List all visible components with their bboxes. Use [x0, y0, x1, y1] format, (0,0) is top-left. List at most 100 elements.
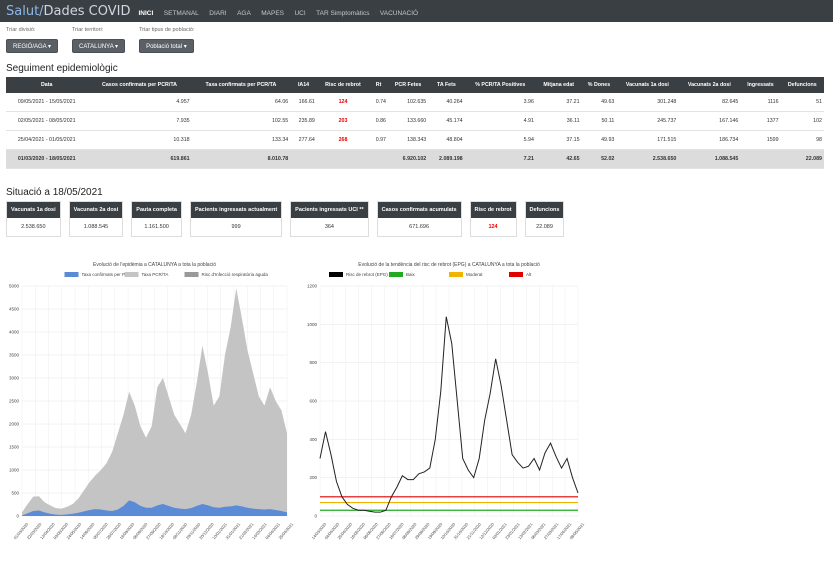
- y-tick-label: 5000: [9, 284, 20, 289]
- y-tick-label: 600: [309, 399, 317, 404]
- column-header[interactable]: Rt: [369, 77, 388, 93]
- table-cell: 277.64: [290, 130, 317, 150]
- legend-label: Baix: [406, 272, 416, 277]
- brand-part1: Salut/: [6, 3, 44, 19]
- filter-divisio-label: Triar divisió:: [6, 27, 36, 33]
- table-cell: 186.734: [678, 130, 741, 150]
- caret-down-icon: ▾: [183, 44, 187, 50]
- filter-poblacio-dropdown[interactable]: Població total ▾: [139, 39, 194, 53]
- column-header[interactable]: Vacunats 1a dosi: [616, 77, 679, 93]
- summary-card-value: 1.088.545: [83, 224, 109, 230]
- column-header[interactable]: Mitjana edat: [535, 77, 582, 93]
- legend-label: Moderat: [466, 272, 483, 277]
- column-header[interactable]: Vacunats 2a dosi: [678, 77, 741, 93]
- summary-card-value: 999: [231, 224, 241, 230]
- summary-card: Vacunats 2a dosi 1.088.545: [68, 201, 124, 237]
- brand-logo[interactable]: Salut/Dades COVID: [6, 4, 131, 19]
- table-cell: 37.21: [535, 93, 582, 112]
- nav-item-tar[interactable]: TAR Simptomàtics: [316, 10, 369, 17]
- table-cell: 49.93: [581, 130, 617, 150]
- filter-divisio: Triar divisió: REGIÓ/AGA ▾: [6, 27, 59, 53]
- summary-card: Vacunats 1a dosi 2.538.650: [6, 201, 61, 237]
- y-tick-label: 4500: [9, 307, 20, 312]
- summary-card-label: Defuncions: [525, 202, 564, 218]
- column-header[interactable]: % Dones: [581, 77, 617, 93]
- legend-swatch: [449, 272, 463, 277]
- table-cell: 45.174: [428, 111, 465, 131]
- column-header[interactable]: Ingressats: [740, 77, 781, 93]
- summary-card-label: Vacunats 2a dosi: [69, 202, 123, 218]
- table-cell: 5.94: [464, 130, 536, 150]
- table-cell: 01/03/2020 - 18/05/2021: [6, 149, 88, 169]
- table-cell: 301.248: [616, 93, 679, 112]
- y-tick-label: 3500: [9, 353, 20, 358]
- column-header[interactable]: Casos confirmats per PCR/TA: [87, 77, 192, 93]
- summary-card: Defuncions 22.089: [524, 201, 565, 237]
- nav-menu: INICI SETMANAL DIARI AGA MAPES UCI TAR S…: [139, 2, 425, 20]
- table-cell: 133.660: [388, 111, 429, 131]
- column-header[interactable]: TA Fets: [428, 77, 465, 93]
- table-cell: 268: [316, 130, 370, 150]
- table-cell: 124: [316, 93, 370, 112]
- legend-swatch: [509, 272, 523, 277]
- table-cell: 50.11: [581, 111, 617, 131]
- nav-item-aga[interactable]: AGA: [237, 10, 251, 17]
- table-cell: 52.02: [581, 149, 617, 169]
- table-cell: 02/05/2021 - 08/05/2021: [6, 111, 88, 131]
- summary-card-value: 22.089: [536, 224, 553, 230]
- table-cell: 09/05/2021 - 15/05/2021: [6, 93, 88, 112]
- column-header[interactable]: PCR Fetes: [388, 77, 429, 93]
- column-header[interactable]: Taxa confirmats per PCR/TA: [191, 77, 291, 93]
- table-cell: 245.737: [616, 111, 679, 131]
- y-tick-label: 400: [309, 437, 317, 442]
- legend-label: Taxa PCR/TA: [142, 272, 169, 277]
- table-cell: 1116: [740, 93, 781, 112]
- table-cell: 4.91: [464, 111, 536, 131]
- y-tick-label: 500: [11, 491, 19, 496]
- summary-card-label: Pacients ingressats UCI **: [291, 202, 368, 218]
- table-cell: 133.34: [191, 130, 291, 150]
- table-cell: 167.146: [678, 111, 741, 131]
- summary-card-label: Pauta completa: [132, 202, 181, 218]
- table-cell: 37.15: [535, 130, 582, 150]
- table-cell: [369, 149, 388, 169]
- charts-svg: Evolució de l'epidèmia a CATALUNYA a tot…: [9, 262, 586, 540]
- column-header[interactable]: Defuncions: [780, 77, 824, 93]
- column-header[interactable]: % PCR/TA Positives: [464, 77, 536, 93]
- nav-item-setmanal[interactable]: SETMANAL: [164, 10, 199, 17]
- filter-territori-value: CATALUNYA: [79, 44, 114, 50]
- filter-territori-dropdown[interactable]: CATALUNYA ▾: [72, 39, 126, 53]
- table-cell: 7.21: [464, 149, 536, 169]
- summary-card: Pauta completa 1.161.500: [131, 201, 182, 237]
- legend-swatch: [124, 272, 139, 277]
- table-cell: 22.089: [780, 149, 824, 169]
- nav-item-inici[interactable]: INICI: [139, 10, 154, 17]
- y-tick-label: 0: [16, 514, 19, 519]
- column-header[interactable]: Risc de rebrot: [316, 77, 370, 93]
- legend-label: Alt: [526, 272, 532, 277]
- nav-item-uci[interactable]: UCI: [294, 10, 305, 17]
- table-cell: 40.264: [428, 93, 465, 112]
- nav-item-vacunacio[interactable]: VACUNACIÓ: [380, 10, 418, 17]
- column-header[interactable]: IA14: [290, 77, 317, 93]
- filter-divisio-value: REGIÓ/AGA: [13, 44, 47, 50]
- nav-item-mapes[interactable]: MAPES: [261, 10, 284, 17]
- table-cell: 98: [780, 130, 824, 150]
- table-cell: 4.957: [87, 93, 192, 112]
- chart-title: Evolució de la tendència del risc de reb…: [358, 262, 540, 268]
- table-cell: 48.804: [428, 130, 465, 150]
- table-cell: 1.088.545: [678, 149, 741, 169]
- table-cell: 619.861: [87, 149, 192, 169]
- epi-table: Data Casos confirmats per PCR/TA Taxa conf…: [6, 77, 824, 169]
- caret-down-icon: ▾: [48, 44, 52, 50]
- column-header[interactable]: Data: [6, 77, 88, 93]
- chart-title: Evolució de l'epidèmia a CATALUNYA a tot…: [93, 262, 216, 268]
- nav-item-diari[interactable]: DIARI: [209, 10, 226, 17]
- charts-area: Evolució de l'epidèmia a CATALUNYA a tot…: [0, 258, 833, 578]
- table-cell: [290, 149, 317, 169]
- summary-card: Casos confirmats acumulats 671.696: [376, 201, 462, 237]
- y-tick-label: 0: [314, 514, 317, 519]
- legend-label: Risc d'Infecció respiratòria aguda: [202, 272, 269, 277]
- filters-row: Triar divisió: REGIÓ/AGA ▾ Triar territo…: [0, 22, 833, 53]
- filter-divisio-dropdown[interactable]: REGIÓ/AGA ▾: [6, 39, 59, 53]
